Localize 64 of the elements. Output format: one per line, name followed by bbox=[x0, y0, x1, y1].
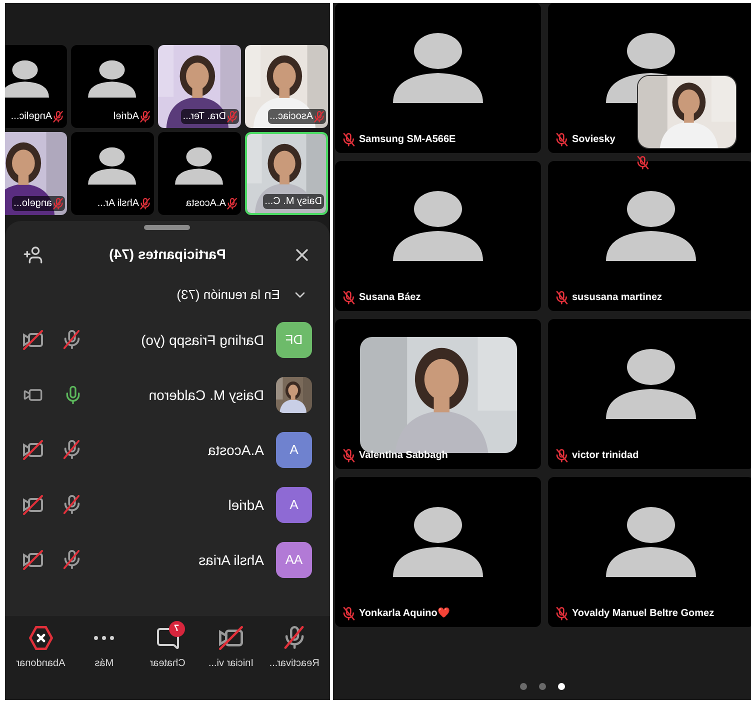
toolbar-button[interactable]: Iniciar vi... bbox=[200, 620, 262, 671]
participant-name: Samsung SM-A566E bbox=[359, 133, 456, 147]
toolbar-button[interactable]: Más bbox=[73, 620, 136, 671]
participant-thumbnail[interactable]: angelo... bbox=[5, 132, 67, 215]
person-silhouette-icon bbox=[5, 60, 50, 98]
participant-thumbnail[interactable]: A.Acosta bbox=[158, 132, 241, 215]
participant-tile[interactable]: victor trinidad bbox=[548, 319, 751, 469]
person-silhouette-icon bbox=[606, 191, 696, 261]
participant-name: Darling Friaspp (yo) bbox=[140, 330, 264, 350]
participant-name: Yonkarla Aquino❤ bbox=[359, 606, 450, 621]
avatar: A bbox=[276, 432, 312, 468]
participant-name: Valentina Sabbagh bbox=[359, 449, 448, 463]
participant-thumbnail[interactable]: Angelic... bbox=[5, 45, 67, 128]
unread-count: 7 bbox=[168, 621, 185, 637]
section-label: En la reunión (73) bbox=[176, 286, 280, 304]
participant-name: Daisy M. Calderon bbox=[148, 386, 264, 405]
person-silhouette-icon bbox=[393, 191, 483, 261]
leave-icon bbox=[28, 626, 53, 650]
participant-name: A.Acosta bbox=[206, 440, 264, 460]
muted-mic-icon bbox=[284, 626, 304, 650]
chat-icon bbox=[156, 626, 180, 650]
person-silhouette-icon bbox=[88, 60, 136, 98]
participant-name: Asociac... bbox=[270, 110, 313, 124]
person-silhouette-icon bbox=[393, 33, 483, 103]
toolbar-button[interactable]: 7 Chatear bbox=[136, 620, 199, 671]
person-silhouette-icon bbox=[606, 507, 696, 577]
participant-name: A.Acosta bbox=[186, 197, 226, 211]
participant-tile[interactable]: sususana martinez bbox=[548, 161, 751, 311]
avatar: A bbox=[276, 487, 312, 523]
participant-name: angelo... bbox=[14, 197, 52, 211]
participant-name: victor trinidad bbox=[572, 449, 639, 463]
panel-title: Participantes (74) bbox=[109, 245, 226, 264]
participant-tile[interactable]: Valentina Sabbagh bbox=[335, 319, 541, 469]
participant-name: Ahsli Arias bbox=[198, 550, 264, 570]
participant-name: Yovaldy Manuel Beltre Gomez bbox=[572, 607, 714, 621]
participant-name: Adriel bbox=[227, 496, 264, 514]
avatar: AA bbox=[276, 542, 312, 578]
participant-name: Daisy M. C... bbox=[264, 195, 322, 209]
person-silhouette-icon bbox=[393, 507, 483, 577]
participant-name: sususana martinez bbox=[572, 291, 662, 305]
person-silhouette-icon bbox=[606, 349, 696, 419]
participant-name: Susana Báez bbox=[359, 291, 421, 305]
participant-tile[interactable]: Susana Báez bbox=[335, 161, 541, 311]
participant-name: Ahsli Ar... bbox=[97, 197, 139, 211]
avatar: DF bbox=[276, 322, 312, 358]
participant-tile[interactable]: Yonkarla Aquino❤ bbox=[335, 477, 541, 627]
participant-name: Soviesky bbox=[572, 133, 616, 147]
participant-thumbnail[interactable]: Adriel bbox=[71, 45, 154, 128]
participant-thumbnail[interactable]: Dra. Ter... bbox=[158, 45, 241, 128]
participant-name: Dra. Ter... bbox=[182, 110, 226, 124]
participant-thumbnail[interactable]: Asociac... bbox=[245, 45, 328, 128]
camera-off-icon bbox=[218, 626, 243, 650]
person-silhouette-icon bbox=[88, 146, 136, 184]
participant-tile[interactable]: Yovaldy Manuel Beltre Gomez bbox=[548, 477, 751, 627]
toolbar-button[interactable]: Abandonar bbox=[10, 620, 72, 671]
person-silhouette-icon bbox=[176, 146, 224, 184]
participant-name: Adriel bbox=[113, 110, 139, 124]
participant-name: Angelic... bbox=[10, 110, 52, 124]
participant-thumbnail[interactable]: Daisy M. C... bbox=[245, 132, 328, 215]
participant-thumbnail[interactable]: Ahsli Ar... bbox=[71, 132, 154, 215]
more-icon bbox=[94, 636, 114, 640]
add-person-icon[interactable] bbox=[23, 244, 43, 264]
toolbar-button[interactable]: Reactivar... bbox=[263, 620, 326, 671]
participant-tile[interactable]: Samsung SM-A566E bbox=[335, 3, 541, 153]
